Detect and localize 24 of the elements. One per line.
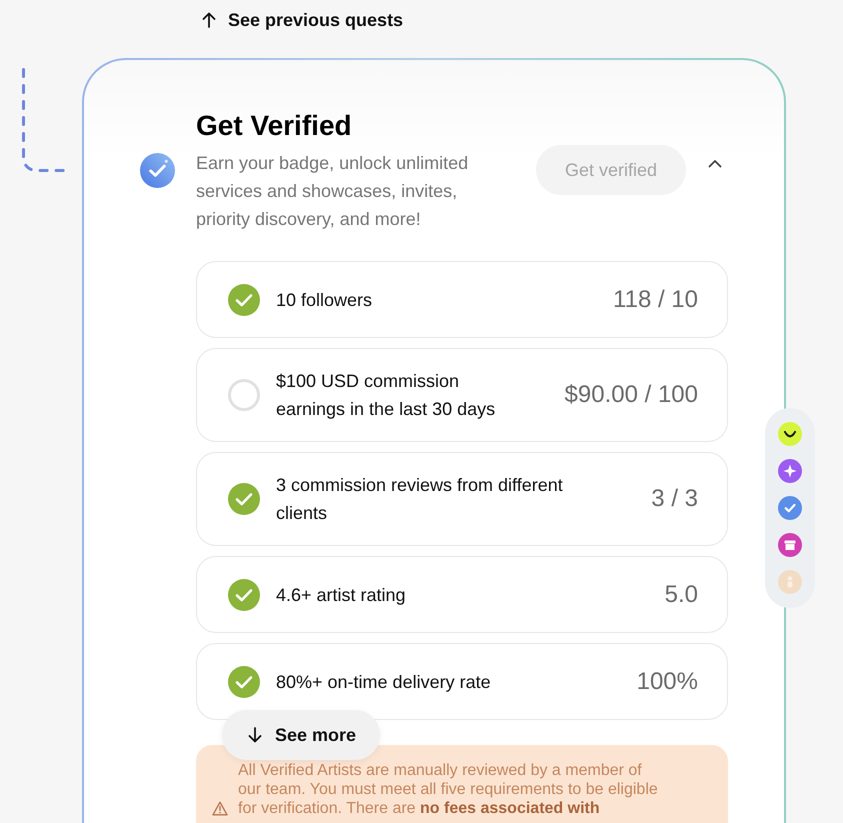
requirement-value: 5.0 <box>664 580 698 608</box>
arrow-up-icon <box>202 12 216 28</box>
requirement-value: $90.00 / 100 <box>564 381 698 409</box>
requirement-label: 3 commission reviews from different clients <box>276 474 564 525</box>
requirement-label: 10 followers <box>276 288 374 312</box>
box-badge-icon[interactable] <box>778 533 802 557</box>
smile-badge-icon[interactable] <box>778 422 802 446</box>
check-badge-icon <box>140 153 175 188</box>
chevron-up-icon[interactable] <box>708 159 722 168</box>
previous-quests-link[interactable]: See previous quests <box>202 8 404 32</box>
requirement-label: $100 USD commission earnings in the last 30 days <box>276 370 496 421</box>
requirement-value: 3 / 3 <box>651 485 698 513</box>
requirement-label: 80%+ on-time delivery rate <box>276 670 492 694</box>
card-title: Get Verified <box>196 110 352 142</box>
see-more-button[interactable]: See more <box>222 710 380 760</box>
requirement-value: 100% <box>636 668 698 696</box>
requirement-value: 118 / 10 <box>613 286 698 314</box>
requirement-label: 4.6+ artist rating <box>276 584 407 607</box>
notice-text: All Verified Artists are manually reviewed by a member of our team. You must meet all five requirements to be eligible for verification. There are no fees associated with <box>238 761 659 818</box>
arrow-down-icon <box>248 727 262 743</box>
sparkle-badge-icon[interactable] <box>778 459 802 483</box>
warning-icon <box>212 801 228 816</box>
card-description: Earn your badge, unlock unlimited services and showcases, invites, priority discovery, and more! <box>196 152 470 231</box>
check-badge-icon[interactable] <box>778 496 802 520</box>
